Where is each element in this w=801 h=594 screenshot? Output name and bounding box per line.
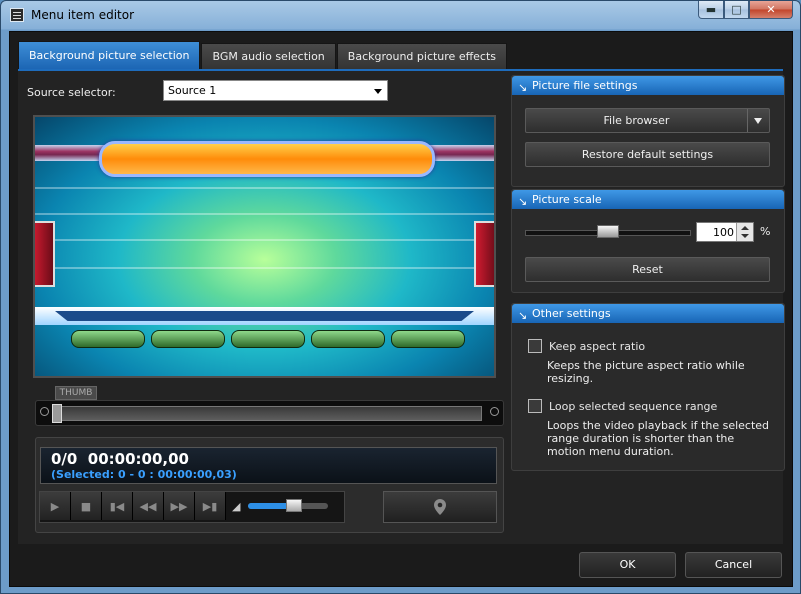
file-browser-label: File browser [603, 114, 670, 127]
file-browser-button[interactable]: File browser [525, 108, 770, 133]
other-settings-title: Other settings [532, 307, 611, 320]
picture-file-settings-header[interactable]: ↘ Picture file settings [512, 76, 784, 95]
restore-default-settings-button[interactable]: Restore default settings [525, 142, 770, 167]
spinner-buttons[interactable] [736, 223, 753, 241]
thumb-marker-label[interactable]: THUMB [55, 386, 97, 400]
source-selector-value: Source 1 [168, 84, 217, 97]
picture-scale-slider[interactable] [525, 225, 691, 238]
timeline-handle[interactable] [52, 404, 62, 423]
keep-aspect-ratio-description: Keeps the picture aspect ratio while res… [547, 359, 745, 385]
volume-control: ◢ [226, 492, 342, 520]
other-settings-group: ↘ Other settings Keep aspect ratio Keeps… [511, 303, 785, 471]
rewind-button[interactable]: ◀◀ [133, 492, 164, 520]
tab-background-picture-effects[interactable]: Background picture effects [336, 43, 508, 70]
collapse-arrow-icon: ↘ [518, 81, 528, 94]
picture-scale-title: Picture scale [532, 193, 602, 206]
loop-range-description: Loops the video playback if the selected… [547, 419, 770, 458]
fast-forward-icon: ▶▶ [170, 499, 188, 513]
volume-slider[interactable] [248, 499, 328, 512]
keep-aspect-ratio-option[interactable]: Keep aspect ratio [528, 339, 645, 353]
add-marker-button[interactable] [383, 491, 497, 523]
picture-file-settings-title: Picture file settings [532, 79, 638, 92]
tab-background-picture-selection[interactable]: Background picture selection [18, 41, 201, 70]
ok-button[interactable]: OK [579, 552, 676, 578]
minimize-button[interactable]: ▬ [698, 1, 724, 19]
picture-scale-value: 100 [713, 226, 734, 239]
collapse-arrow-icon: ↘ [518, 195, 528, 208]
tab-panel: Source selector: Source 1 THUMB 0/0 00:0… [18, 69, 785, 544]
map-pin-icon [434, 499, 446, 515]
timeline-scrubber[interactable] [35, 400, 504, 426]
source-selector-label: Source selector: [27, 86, 116, 99]
close-button[interactable]: ✕ [749, 1, 793, 19]
play-icon: ▶ [50, 499, 60, 513]
picture-preview [33, 115, 496, 378]
file-browser-menu-button[interactable] [747, 109, 769, 132]
next-frame-icon: ▶▮ [202, 499, 218, 513]
tab-bar: Background picture selection BGM audio s… [18, 41, 508, 70]
playback-panel: 0/0 00:00:00,00 (Selected: 0 - 0 : 00:00… [35, 437, 504, 533]
title-bar[interactable]: Menu item editor ▬ □ ✕ [1, 1, 800, 29]
picture-file-settings-group: ↘ Picture file settings File browser Res… [511, 75, 785, 187]
maximize-icon: □ [731, 3, 742, 16]
cancel-button[interactable]: Cancel [685, 552, 782, 578]
collapse-arrow-icon: ↘ [518, 309, 528, 322]
rewind-icon: ◀◀ [139, 499, 157, 513]
tab-bgm-audio-selection[interactable]: BGM audio selection [201, 43, 336, 70]
chevron-down-icon [374, 89, 382, 94]
timeline-start-icon [40, 407, 49, 416]
time-display: 0/0 00:00:00,00 (Selected: 0 - 0 : 00:00… [40, 447, 497, 484]
transport-controls: ▶ ■ ▮◀ ◀◀ ▶▶ ▶▮ ◢ [39, 491, 345, 523]
picture-scale-group: ↘ Picture scale 100 % Reset [511, 189, 785, 293]
volume-knob[interactable] [286, 499, 303, 512]
close-icon: ✕ [766, 3, 776, 16]
picture-scale-knob[interactable] [597, 225, 619, 238]
other-settings-header[interactable]: ↘ Other settings [512, 304, 784, 323]
stop-button[interactable]: ■ [71, 492, 102, 520]
app-icon [10, 8, 24, 22]
speaker-icon[interactable]: ◢ [232, 500, 244, 513]
fast-forward-button[interactable]: ▶▶ [164, 492, 195, 520]
timeline-end-icon [490, 407, 499, 416]
picture-scale-spinbox[interactable]: 100 [696, 222, 754, 242]
reset-button[interactable]: Reset [525, 257, 770, 282]
loop-range-checkbox[interactable] [528, 399, 542, 413]
prev-frame-icon: ▮◀ [109, 499, 125, 513]
keep-aspect-ratio-label[interactable]: Keep aspect ratio [549, 340, 645, 353]
time-readout: 0/0 00:00:00,00 [51, 450, 189, 468]
source-selector-dropdown[interactable]: Source 1 [163, 80, 388, 101]
chevron-down-icon [754, 118, 762, 124]
keep-aspect-ratio-checkbox[interactable] [528, 339, 542, 353]
menu-item-editor-window: Menu item editor ▬ □ ✕ Background pictur… [0, 0, 801, 594]
loop-range-label[interactable]: Loop selected sequence range [549, 400, 717, 413]
picture-scale-header[interactable]: ↘ Picture scale [512, 190, 784, 209]
maximize-button[interactable]: □ [724, 1, 749, 19]
selection-readout: (Selected: 0 - 0 : 00:00:00,03) [51, 468, 237, 481]
spin-down-icon[interactable] [741, 234, 749, 238]
minimize-icon: ▬ [705, 3, 717, 16]
play-button[interactable]: ▶ [40, 492, 71, 520]
spin-up-icon[interactable] [741, 226, 749, 230]
stop-icon: ■ [80, 499, 92, 513]
percent-unit-label: % [760, 225, 771, 238]
prev-frame-button[interactable]: ▮◀ [102, 492, 133, 520]
next-frame-button[interactable]: ▶▮ [195, 492, 226, 520]
window-title: Menu item editor [31, 8, 135, 22]
loop-range-option[interactable]: Loop selected sequence range [528, 399, 717, 413]
timeline-track[interactable] [60, 406, 482, 421]
dialog-body: Background picture selection BGM audio s… [9, 31, 793, 587]
